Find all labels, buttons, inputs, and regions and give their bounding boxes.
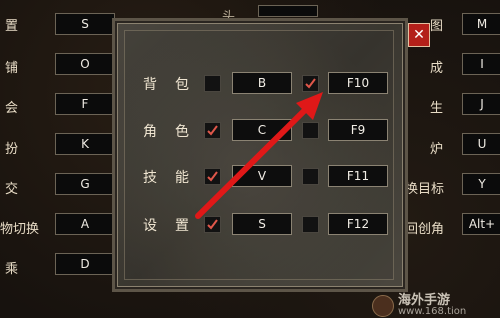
watermark: 海外手游 www.168.tion <box>372 294 500 318</box>
watermark-site-name: 海外手游 <box>398 293 451 308</box>
annotation-arrow <box>195 92 323 219</box>
watermark-domain: www.168.tion <box>398 306 467 317</box>
watermark-logo-icon <box>372 295 394 317</box>
